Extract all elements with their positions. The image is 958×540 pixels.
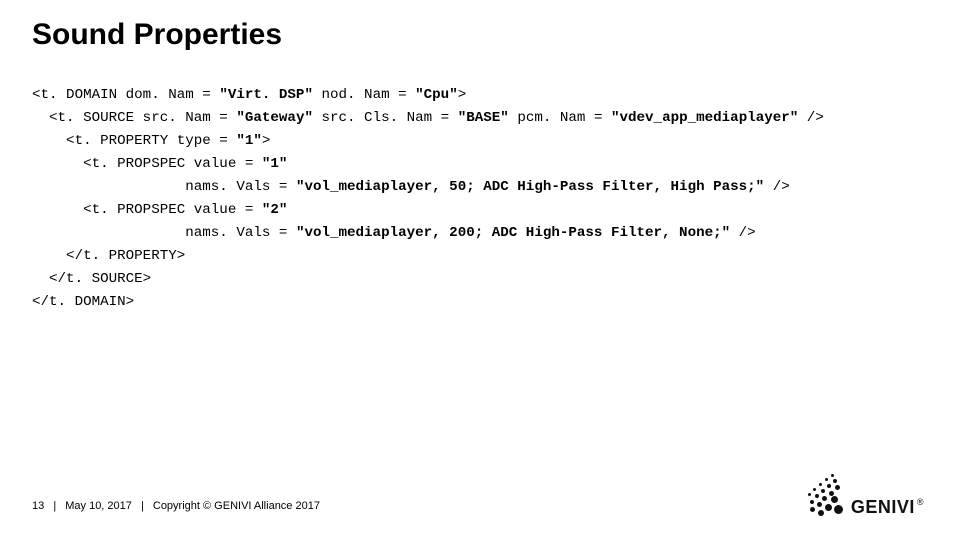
c-l3a: <t. PROPERTY type =: [32, 133, 236, 149]
c-l2g: />: [798, 110, 824, 126]
c-l9: </t. SOURCE>: [32, 271, 151, 287]
c-l6a: <t. PROPSPEC value =: [32, 202, 262, 218]
genivi-logo-icon: [807, 474, 841, 518]
c-l7c: />: [730, 225, 756, 241]
genivi-logo-text: GENIVI®: [851, 497, 924, 518]
c-l1e: >: [458, 87, 467, 103]
c-l7a: nams. Vals =: [32, 225, 296, 241]
code-block: <t. DOMAIN dom. Nam = "Virt. DSP" nod. N…: [32, 84, 824, 314]
footer-sep-1: |: [53, 500, 56, 512]
c-l2d: "BASE": [458, 110, 509, 126]
c-l2a: <t. SOURCE src. Nam =: [32, 110, 236, 126]
c-l5c: />: [764, 179, 790, 195]
c-l4b: "1": [262, 156, 288, 172]
c-l10: </t. DOMAIN>: [32, 294, 134, 310]
genivi-logo: GENIVI®: [807, 474, 924, 518]
c-l3b: "1": [236, 133, 262, 149]
footer-date: May 10, 2017: [65, 500, 132, 512]
c-l5b: "vol_mediaplayer, 50; ADC High-Pass Filt…: [296, 179, 764, 195]
footer-sep-2: |: [141, 500, 144, 512]
c-l6b: "2": [262, 202, 288, 218]
c-l2e: pcm. Nam =: [509, 110, 611, 126]
c-l1a: <t. DOMAIN dom. Nam =: [32, 87, 219, 103]
c-l1b: "Virt. DSP": [219, 87, 313, 103]
footer: 13 | May 10, 2017 | Copyright © GENIVI A…: [32, 500, 320, 512]
c-l5a: nams. Vals =: [32, 179, 296, 195]
footer-page: 13: [32, 500, 44, 512]
c-l4a: <t. PROPSPEC value =: [32, 156, 262, 172]
c-l1d: "Cpu": [415, 87, 458, 103]
slide: Sound Properties <t. DOMAIN dom. Nam = "…: [0, 0, 958, 540]
c-l8: </t. PROPERTY>: [32, 248, 185, 264]
genivi-word: GENIVI: [851, 497, 915, 517]
genivi-reg: ®: [917, 497, 924, 507]
c-l2b: "Gateway": [236, 110, 313, 126]
c-l2f: "vdev_app_mediaplayer": [611, 110, 798, 126]
c-l1c: nod. Nam =: [313, 87, 415, 103]
c-l7b: "vol_mediaplayer, 200; ADC High-Pass Fil…: [296, 225, 730, 241]
footer-copyright: Copyright © GENIVI Alliance 2017: [153, 500, 320, 512]
c-l3c: >: [262, 133, 271, 149]
page-title: Sound Properties: [32, 18, 282, 52]
c-l2c: src. Cls. Nam =: [313, 110, 458, 126]
